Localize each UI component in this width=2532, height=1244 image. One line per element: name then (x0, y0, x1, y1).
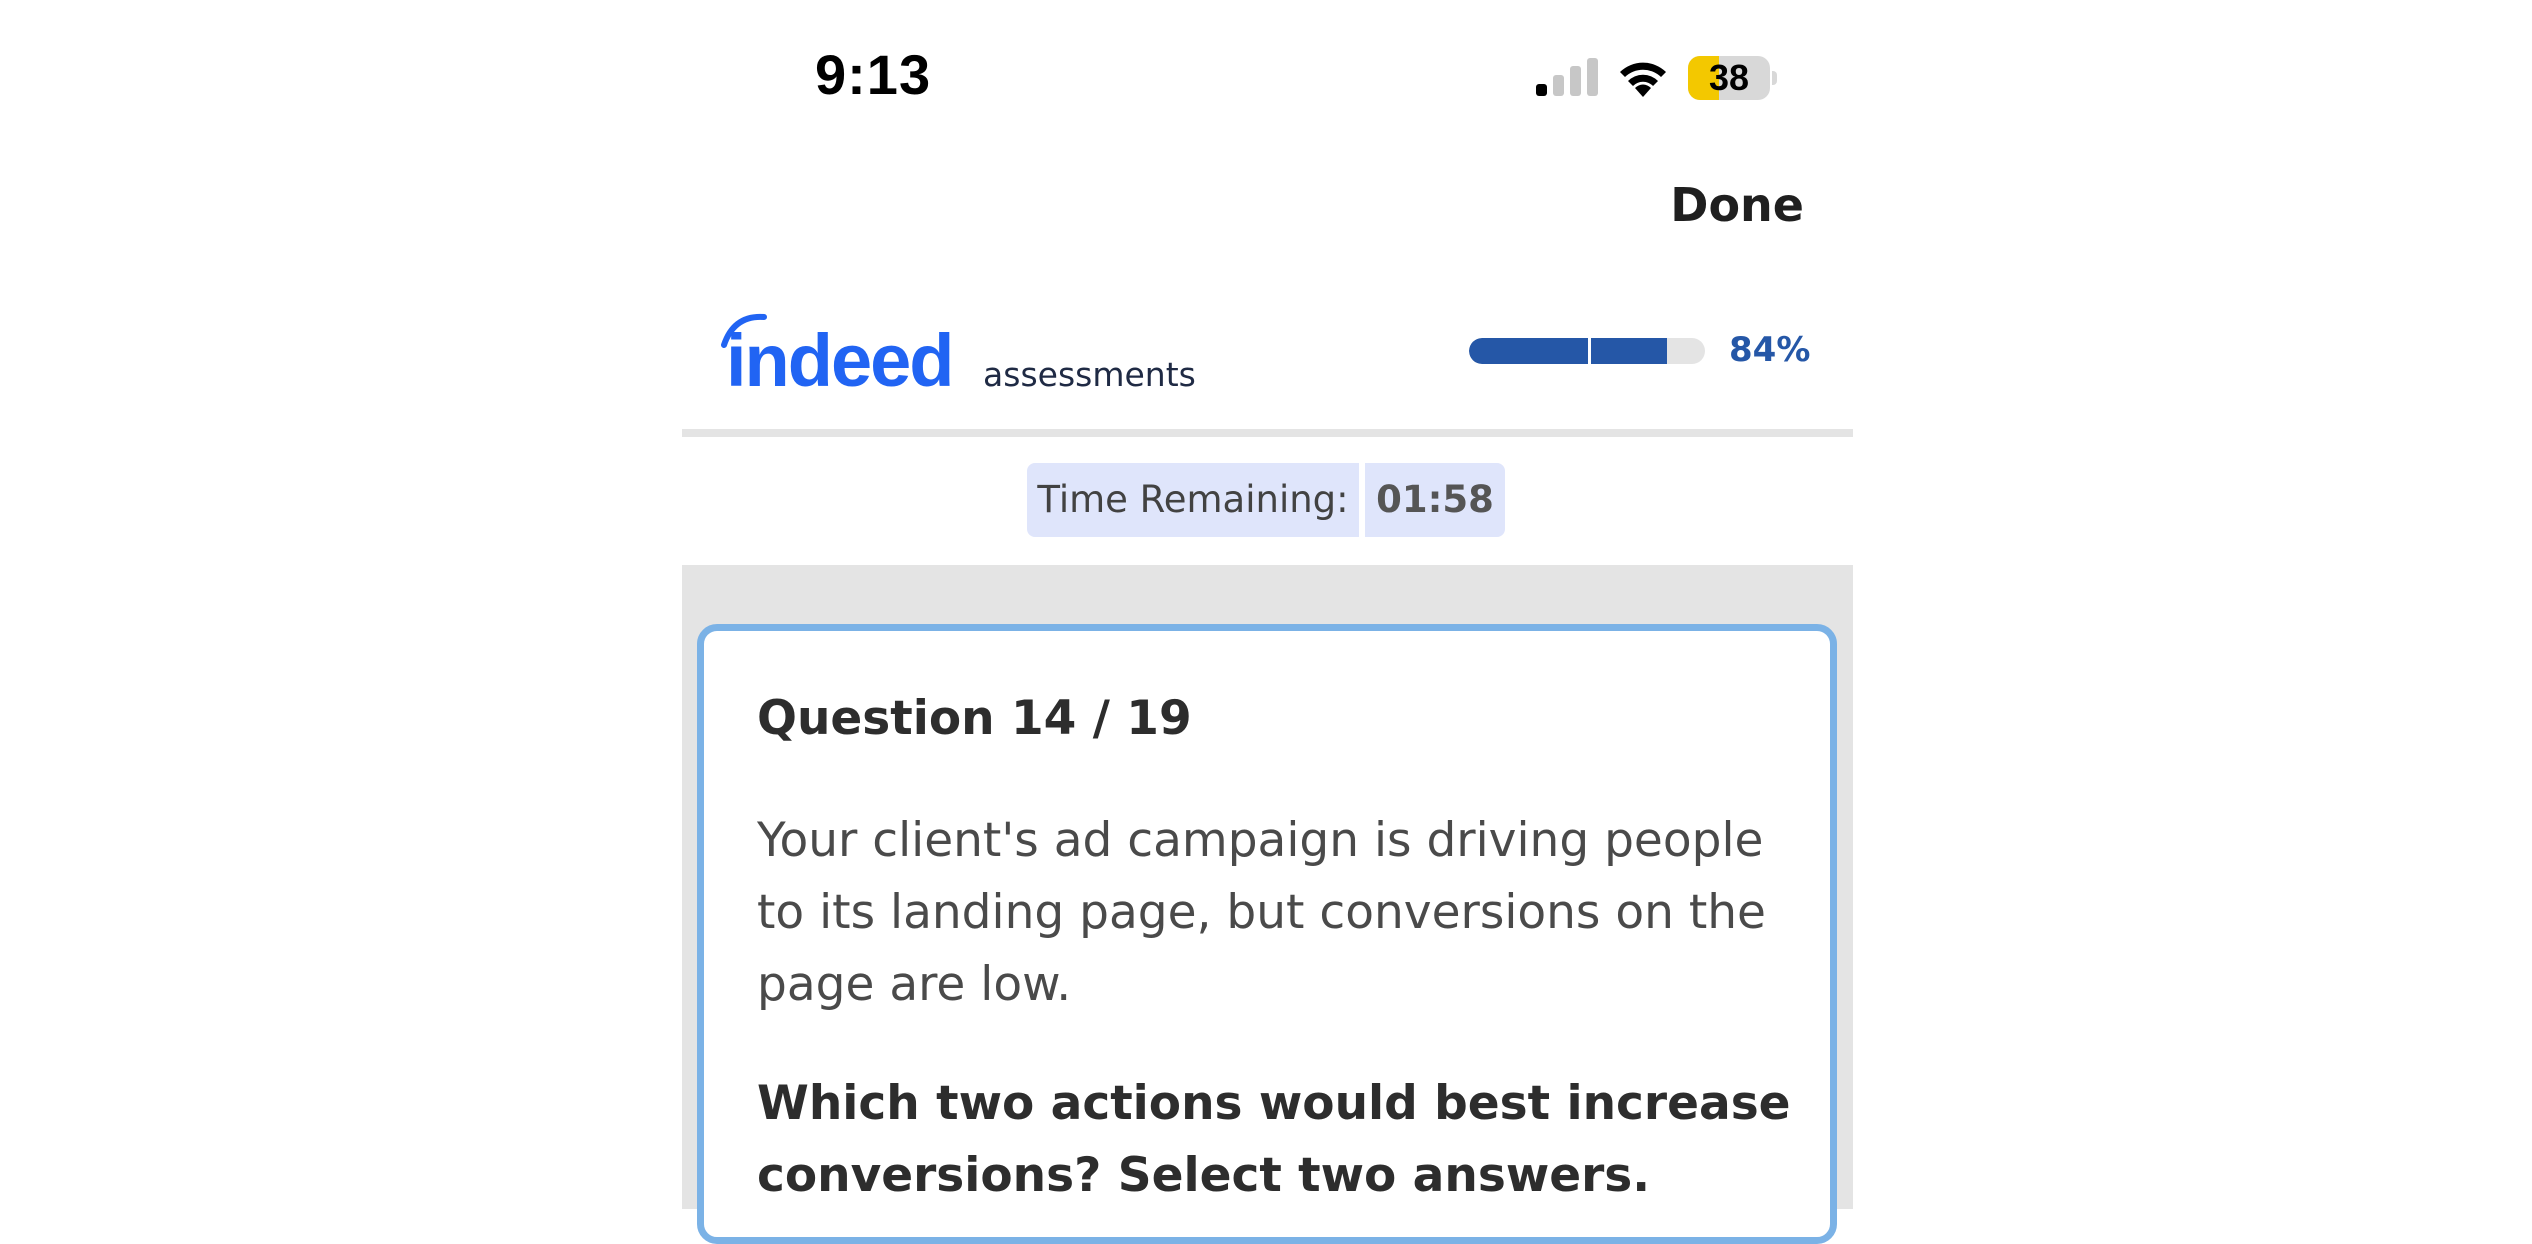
done-button[interactable]: Done (1670, 178, 1804, 232)
battery-icon: 38 (1688, 56, 1777, 100)
battery-cap (1772, 71, 1777, 85)
header-divider (682, 429, 1853, 437)
logo-wordmark: indeed (721, 313, 971, 402)
battery-percentage: 38 (1708, 57, 1750, 98)
progress-percentage: 84% (1729, 330, 1811, 370)
assessment-header: indeed assessments 84% (682, 300, 1853, 432)
question-counter: Question 14 / 19 (757, 691, 1192, 746)
time-remaining-label: Time Remaining: (1027, 463, 1359, 537)
time-remaining-value: 01:58 (1365, 463, 1505, 537)
wifi-icon (1620, 62, 1666, 97)
indeed-assessments-logo: indeed assessments (721, 313, 1196, 408)
signal-bar-3 (1570, 66, 1581, 96)
status-bar-time: 9:13 (815, 43, 932, 106)
progress-bar (1469, 338, 1705, 364)
logo-subtitle: assessments (983, 355, 1196, 394)
time-remaining-badge: Time Remaining: 01:58 (1027, 463, 1505, 537)
question-text: Your client's ad campaign is driving peo… (757, 813, 1766, 1012)
cellular-signal-icon (1536, 58, 1598, 96)
question-prompt: Which two actions would best increase co… (757, 1076, 1791, 1203)
question-card: Question 14 / 19 Your client's ad campai… (697, 624, 1837, 1244)
signal-bar-4 (1587, 58, 1598, 96)
logo-arc-icon (721, 313, 767, 348)
progress-bar-fill (1469, 338, 1668, 364)
signal-bar-1 (1536, 84, 1547, 96)
signal-bar-2 (1553, 75, 1564, 96)
progress-bar-divider (1587, 338, 1591, 364)
